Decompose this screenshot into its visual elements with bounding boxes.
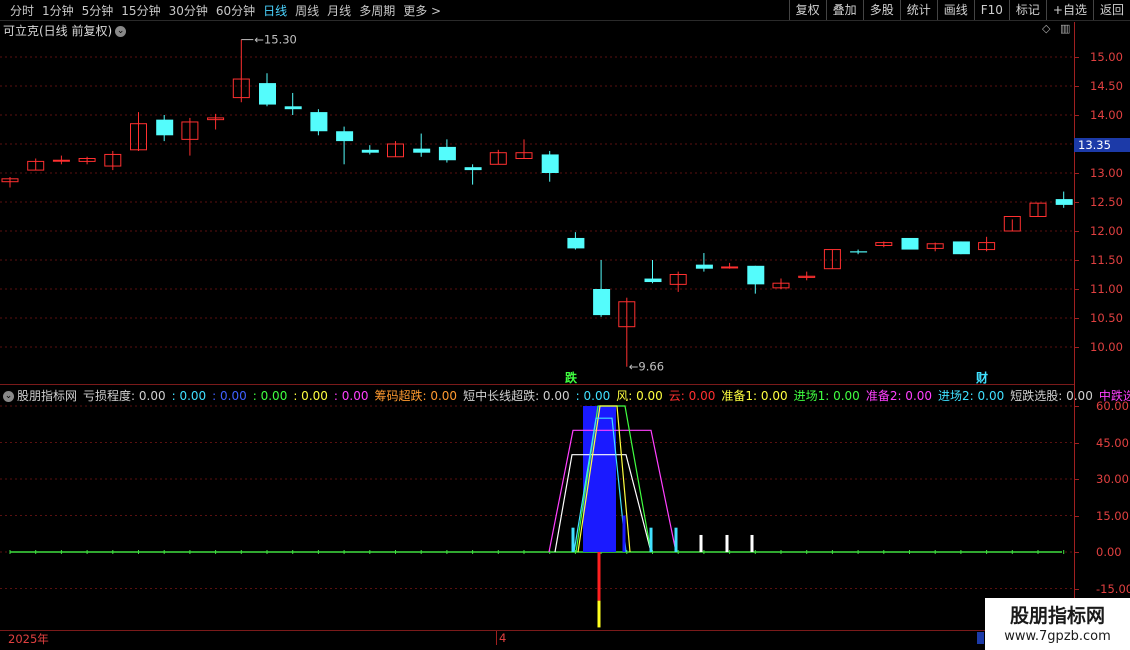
price-tick-label: 15.00 <box>1090 50 1123 64</box>
candle-body <box>438 146 456 161</box>
price-tick-label: 14.50 <box>1090 79 1123 93</box>
price-tick <box>1074 115 1079 116</box>
indicator-tick-label: 15.00 <box>1096 508 1129 523</box>
price-tick-label: 12.50 <box>1090 195 1123 209</box>
indicator-tick-label: 0.00 <box>1096 545 1122 559</box>
candle-body <box>644 278 662 283</box>
candle-body <box>695 264 713 269</box>
candle-body <box>541 154 559 173</box>
indicator-tick <box>1074 442 1079 444</box>
indicator-tick-label: -15.00 <box>1096 581 1130 596</box>
candle-body <box>901 237 919 250</box>
price-tick <box>1074 260 1079 261</box>
watermark-title: 股朋指标网 <box>1009 605 1105 627</box>
candlestick-chart[interactable]: ←15.30 ←9.66 <box>0 0 1074 380</box>
price-tick <box>1074 289 1079 290</box>
price-tick-label: 14.00 <box>1090 108 1123 122</box>
year-label: 2025年 <box>8 632 49 646</box>
price-tick <box>1074 86 1079 87</box>
indicator-tick <box>1074 515 1079 517</box>
candle-body <box>464 167 482 171</box>
candle-body <box>593 289 611 316</box>
price-tick <box>1074 173 1079 174</box>
watermark-url: www.7gpzb.com <box>1004 629 1111 644</box>
candle-body <box>747 265 765 285</box>
price-tick <box>1074 202 1079 203</box>
indicator-tick <box>1074 406 1079 407</box>
low-label: ←9.66 <box>629 360 664 374</box>
indicator-tick <box>1074 552 1079 553</box>
indicator-chart[interactable] <box>0 385 1074 630</box>
price-tick <box>1074 318 1079 319</box>
candle-body <box>156 119 174 136</box>
candle-body <box>567 237 585 249</box>
price-tick-label: 11.50 <box>1090 253 1123 267</box>
indicator-tick-label: 60.00 <box>1096 399 1129 413</box>
price-tick-label: 11.00 <box>1090 282 1123 296</box>
candle-body <box>284 106 302 110</box>
signal-cai: 财 <box>976 371 989 385</box>
candle-body <box>1055 199 1073 205</box>
price-tick-label: 10.00 <box>1090 340 1123 354</box>
time-axis <box>0 630 1074 645</box>
scroll-marker[interactable] <box>977 632 984 644</box>
candle-body <box>952 241 970 255</box>
candle-body <box>413 148 431 153</box>
candle-body <box>850 251 868 253</box>
candle-body <box>310 112 328 132</box>
price-tick-label: 13.00 <box>1090 166 1123 180</box>
indicator-tick-label: 30.00 <box>1096 472 1129 486</box>
indicator-tick-label: 45.00 <box>1096 435 1129 450</box>
indicator-tick <box>1074 479 1079 480</box>
watermark: 股朋指标网 www.7gpzb.com <box>985 598 1130 650</box>
candle-body <box>336 131 354 142</box>
signal-die: 跌 <box>565 371 578 385</box>
price-tick-label: 12.00 <box>1090 224 1123 238</box>
price-axis-line <box>1074 22 1075 630</box>
price-tick <box>1074 347 1079 348</box>
candle-body <box>259 83 276 105</box>
high-label: ←15.30 <box>254 33 297 47</box>
candle-body <box>361 149 379 153</box>
price-tick <box>1074 57 1079 58</box>
price-tick <box>1074 231 1079 232</box>
indicator-tick <box>1074 588 1079 590</box>
blue-bar <box>583 406 616 552</box>
tool-button[interactable]: 返回 <box>1092 0 1130 20</box>
candle-body <box>52 159 70 162</box>
candle-body <box>721 266 739 269</box>
current-price-tag: 13.35 <box>1074 138 1130 152</box>
price-tick-label: 10.50 <box>1090 311 1123 325</box>
month-label: 4 <box>496 631 506 645</box>
